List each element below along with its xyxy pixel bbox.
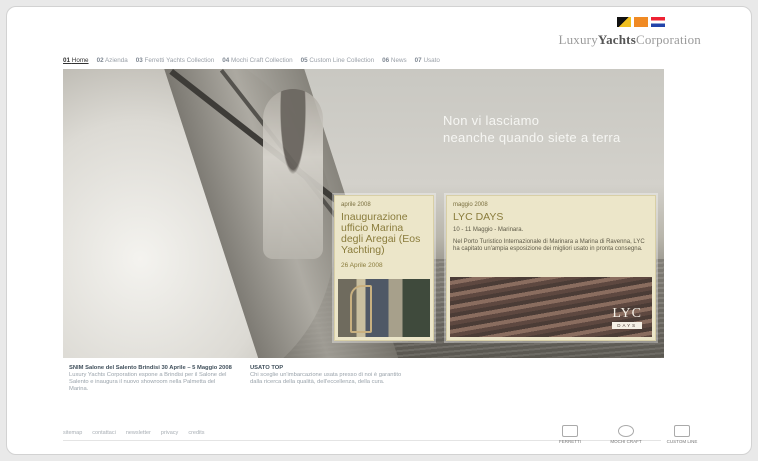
footer-link-privacy[interactable]: privacy [161,430,178,436]
logo-text: LYC [612,306,642,321]
hero-banner: Non vi lasciamo neanche quando siete a t… [63,69,664,358]
news-text: Chi sceglie un'imbarcazione usata presso… [250,372,402,385]
nav-label: Mochi Craft Collection [231,57,293,64]
nav-label: News [390,57,407,64]
brand-badges: FERRETTI MOCHI CRAFT CUSTOM LINE [553,425,699,444]
news-card-inaugurazione[interactable]: aprile 2008 Inaugurazione ufficio Marina… [334,195,434,341]
nav-label: Usato [423,57,440,64]
footer-links: sitemap contattaci newsletter privacy cr… [63,430,205,436]
flag-icon [651,17,665,27]
nav-num: 04 [222,57,230,64]
brand-suffix: Corporation [635,32,701,47]
card-title[interactable]: Inaugurazione ufficio Marina degli Arega… [341,212,427,256]
flags-icon [558,17,665,27]
card-photo[interactable]: LYC DAYS [450,277,652,337]
nav-label: Azienda [104,57,128,64]
footer-link-contattaci[interactable]: contattaci [92,430,116,436]
harp-icon [350,285,372,333]
card-photo[interactable] [338,279,430,337]
card-subtitle: 10 - 11 Maggio - Marinara. [453,227,524,233]
couple-figure [263,89,323,259]
badge-mochi-craft[interactable]: MOCHI CRAFT [609,425,643,444]
news-heading[interactable]: USATO TOP [250,365,415,372]
footer-link-newsletter[interactable]: newsletter [126,430,151,436]
nav-label: Ferretti Yachts Collection [144,57,215,64]
footer-link-credits[interactable]: credits [188,430,204,436]
nav-num: 07 [414,57,422,64]
card-body: Nel Porto Turistico Internazionale di Ma… [453,238,645,253]
brand-bold: Yachts [597,32,636,47]
brand-logo[interactable]: LuxuryYachtsCorporation [558,17,701,48]
flag-icon [634,17,648,27]
page-frame: LuxuryYachtsCorporation 01 Home 02 Azien… [6,6,752,455]
nav-num: 01 [63,57,71,64]
nav-num: 05 [300,57,308,64]
news-heading[interactable]: SNIM Salone del Salento Brindisi 30 Apri… [69,365,234,372]
nav-item-news[interactable]: 06 News [382,57,407,64]
nav-num: 06 [382,57,390,64]
nav-item-usato[interactable]: 07 Usato [415,57,440,64]
nav-item-home[interactable]: 01 Home [63,57,89,64]
nav-item-azienda[interactable]: 02 Azienda [97,57,128,64]
brand-name: LuxuryYachtsCorporation [558,32,701,48]
lyc-days-logo: LYC DAYS [612,306,642,329]
badge-label: FERRETTI [559,439,581,444]
badge-label: MOCHI CRAFT [610,439,642,444]
news-item-usato-top[interactable]: USATO TOP Chi sceglie un'imbarcazione us… [250,365,415,386]
nav-item-mochi[interactable]: 04 Mochi Craft Collection [222,57,292,64]
nav-num: 02 [96,57,104,64]
logo-subtext: DAYS [612,322,642,329]
card-title[interactable]: LYC DAYS [453,212,649,223]
badge-custom-line[interactable]: CUSTOM LINE [665,425,699,444]
flag-icon [617,17,631,27]
brand-prefix: Luxury [558,32,598,47]
nav-item-custom-line[interactable]: 05 Custom Line Collection [301,57,375,64]
nav-num: 03 [135,57,143,64]
slogan-line: neanche quando siete a terra [443,130,621,145]
card-date: aprile 2008 [341,202,371,208]
card-date: maggio 2008 [453,202,488,208]
badge-ferretti[interactable]: FERRETTI [553,425,587,444]
badge-label: CUSTOM LINE [666,439,698,444]
news-text: Luxury Yachts Corporation espone a Brind… [69,372,227,392]
card-subtitle: 26 Aprile 2008 [341,262,383,269]
slogan-line: Non vi lasciamo [443,113,540,128]
main-nav: 01 Home 02 Azienda 03 Ferretti Yachts Co… [63,57,440,64]
hero-slogan: Non vi lasciamo neanche quando siete a t… [443,112,621,146]
news-item-snim[interactable]: SNIM Salone del Salento Brindisi 30 Apri… [69,365,234,393]
nav-label: Home [71,57,89,64]
mochi-craft-icon [618,425,634,437]
custom-line-icon [674,425,690,437]
nav-label: Custom Line Collection [309,57,375,64]
nav-item-ferretti[interactable]: 03 Ferretti Yachts Collection [136,57,215,64]
footer-link-sitemap[interactable]: sitemap [63,430,82,436]
ferretti-icon [562,425,578,437]
news-card-lyc-days[interactable]: maggio 2008 LYC DAYS 10 - 11 Maggio - Ma… [446,195,656,341]
